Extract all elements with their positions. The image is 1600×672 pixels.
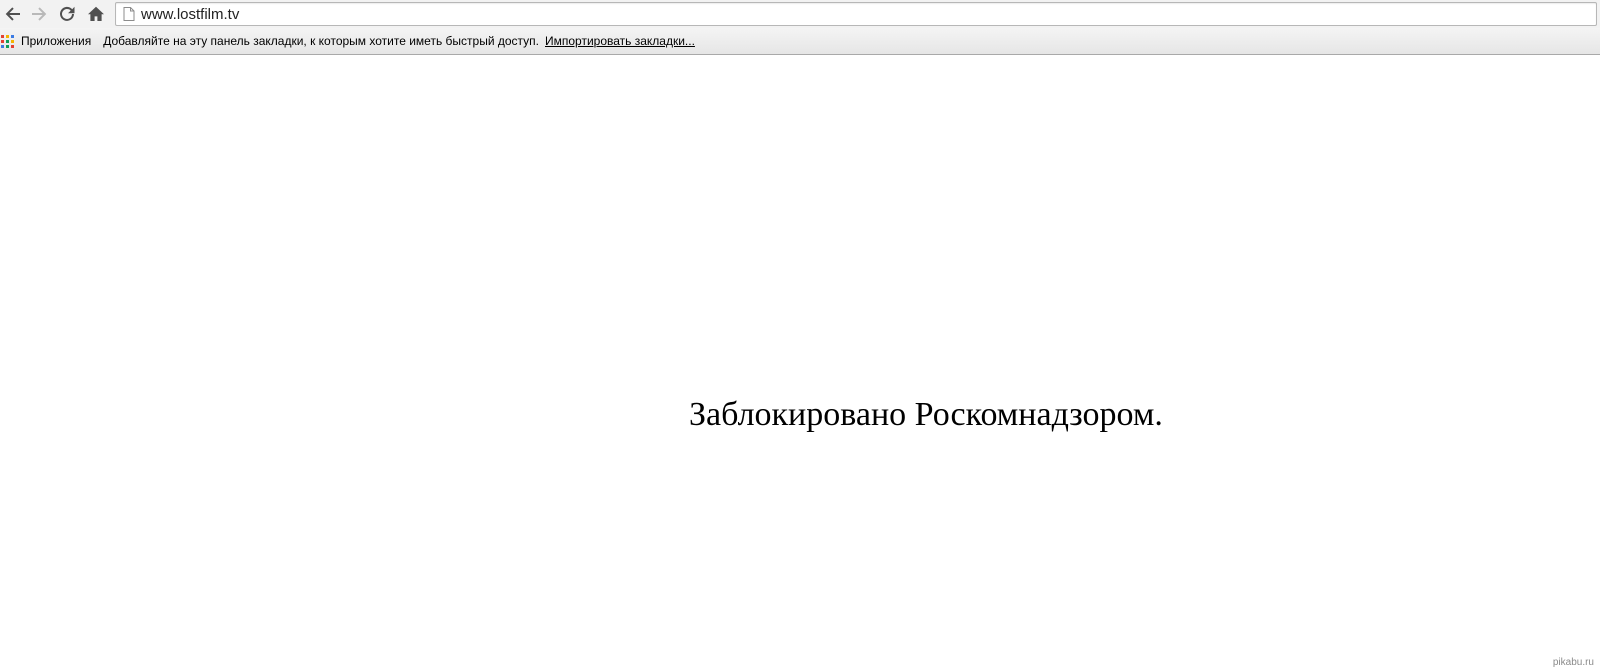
apps-grid-dot: [6, 39, 9, 43]
watermark: pikabu.ru: [1552, 657, 1594, 668]
apps-grid-dot: [6, 34, 9, 38]
back-button[interactable]: [0, 2, 26, 26]
apps-grid-dot: [1, 34, 4, 38]
bookmarks-hint-text: Добавляйте на эту панель закладки, к кот…: [103, 34, 539, 48]
page-icon: [118, 3, 140, 25]
url-text[interactable]: www.lostfilm.tv: [141, 6, 239, 23]
browser-window: www.lostfilm.tv Приложения Добавляйте на…: [0, 0, 1600, 672]
home-icon: [88, 6, 104, 21]
forward-button[interactable]: [26, 2, 52, 26]
blocked-message: Заблокировано Роскомнадзором.: [689, 396, 1163, 433]
apps-label: Приложения: [21, 34, 92, 48]
arrow-right-icon: [32, 7, 47, 21]
apps-grid-dot: [11, 34, 14, 38]
browser-toolbar: www.lostfilm.tv: [0, 0, 1600, 28]
apps-grid-dot: [11, 39, 14, 43]
apps-grid-dot: [1, 44, 4, 48]
import-bookmarks-link[interactable]: Импортировать закладки...: [545, 34, 695, 48]
apps-shortcut[interactable]: Приложения: [0, 30, 97, 52]
bookmarks-bar: Приложения Добавляйте на эту панель закл…: [0, 28, 1600, 55]
reload-icon: [60, 6, 75, 21]
home-button[interactable]: [83, 2, 109, 26]
apps-grid-icon: [1, 34, 14, 48]
page-content: Заблокировано Роскомнадзором. pikabu.ru: [0, 56, 1600, 672]
arrow-left-icon: [5, 7, 20, 21]
reload-button[interactable]: [54, 2, 80, 26]
apps-grid-dot: [11, 44, 14, 48]
apps-grid-dot: [6, 44, 9, 48]
apps-grid-dot: [1, 39, 4, 43]
address-bar[interactable]: www.lostfilm.tv: [115, 2, 1597, 26]
